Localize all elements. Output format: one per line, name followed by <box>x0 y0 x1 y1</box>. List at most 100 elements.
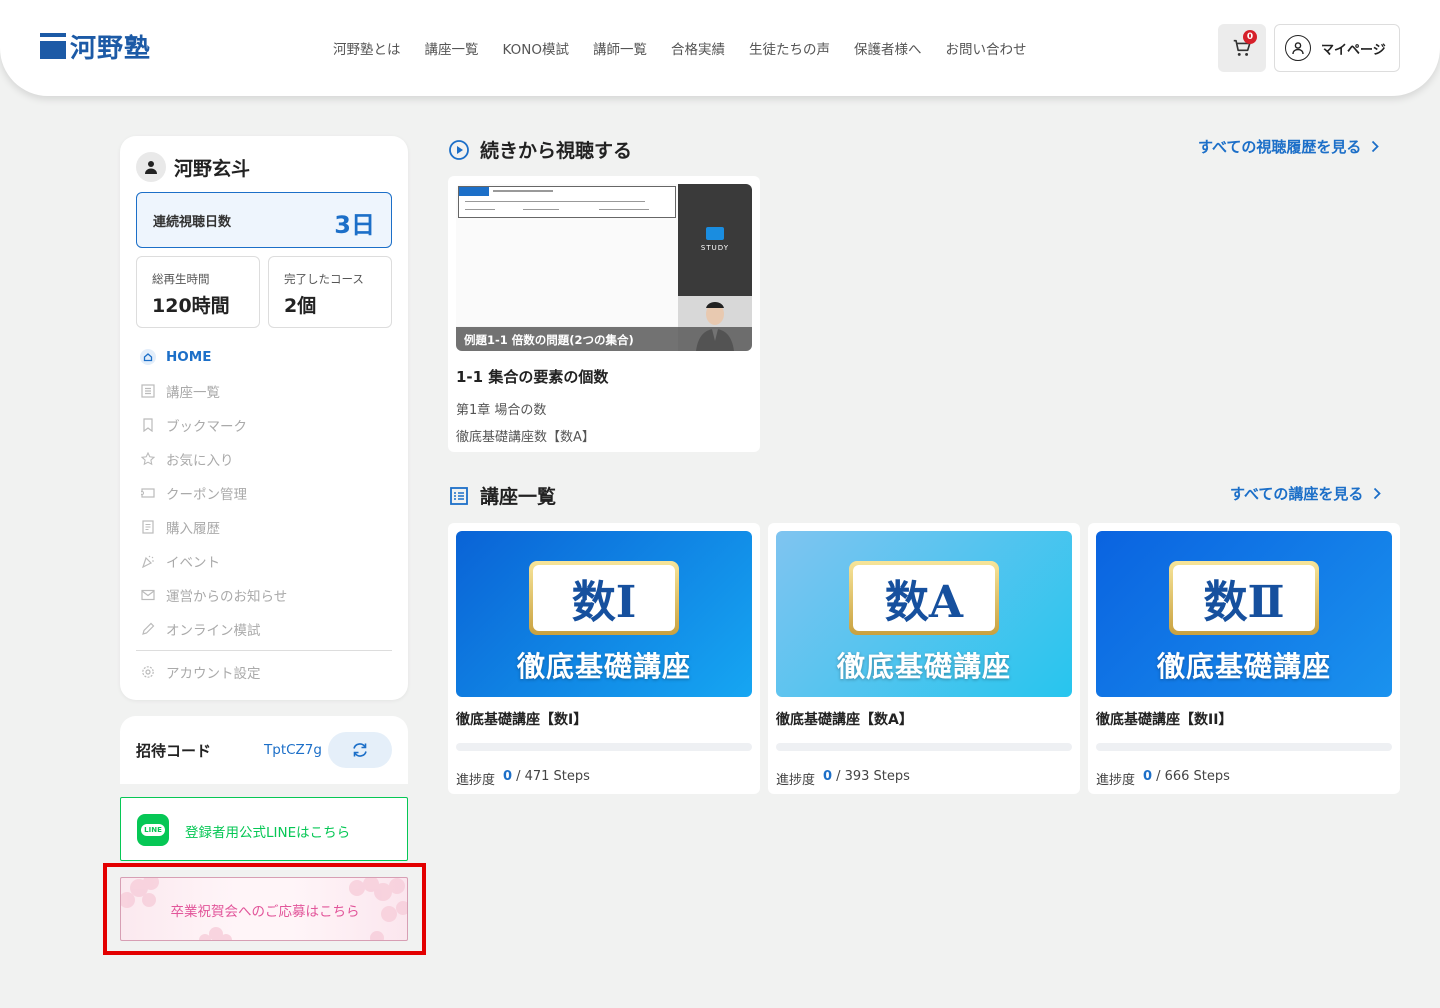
course-progress-bar <box>456 743 752 751</box>
line-official-button[interactable]: LINE 登録者用公式LINEはこちら <box>120 797 408 861</box>
invite-card: 招待コード TptCZ7g <box>120 716 408 784</box>
course-card-math1[interactable]: 数Ⅰ 徹底基礎講座 徹底基礎講座【数I】 進捗度 0 / 471 Steps <box>448 523 760 794</box>
course-badge: 数A <box>849 561 999 635</box>
play-icon <box>706 227 724 240</box>
refresh-icon <box>353 743 367 757</box>
coupon-icon <box>140 485 156 501</box>
party-icon <box>140 553 156 569</box>
stat-watch-time: 総再生時間 120時間 <box>136 256 260 328</box>
nav-results[interactable]: 合格実績 <box>671 38 725 58</box>
streak-label: 連続視聴日数 <box>153 215 232 230</box>
nav-about[interactable]: 河野塾とは <box>333 38 401 58</box>
course-progress-text: 進捗度 0 / 471 Steps <box>456 769 590 788</box>
list-icon <box>450 486 468 505</box>
lesson-course: 徹底基礎講座数【数A】 <box>456 430 595 445</box>
course-title: 徹底基礎講座【数A】 <box>776 712 913 728</box>
list-icon <box>140 383 156 399</box>
nav-voices[interactable]: 生徒たちの声 <box>749 38 830 58</box>
course-badge: 数Ⅰ <box>529 561 679 635</box>
problem-sheet <box>456 184 678 326</box>
bookmark-icon <box>140 417 156 433</box>
sidebar-item-online-mock[interactable]: オンライン模試 <box>136 612 392 646</box>
nav-contact[interactable]: お問い合わせ <box>945 38 1026 58</box>
continue-lesson-card[interactable]: STUDY 例題1-1 倍数の問題(2つの集合) 1-1 集合の要素の個数 第1… <box>448 176 760 452</box>
course-progress-bar <box>1096 743 1392 751</box>
course-banner: 数A 徹底基礎講座 <box>776 531 1072 697</box>
stat-label: 総再生時間 <box>152 272 210 286</box>
line-button-label: 登録者用公式LINEはこちら <box>185 825 351 841</box>
course-title: 徹底基礎講座【数I】 <box>456 712 588 728</box>
course-banner-subtitle: 徹底基礎講座 <box>836 650 1011 683</box>
lesson-chapter: 第1章 場合の数 <box>456 403 547 418</box>
nav-kono-mock[interactable]: KONO模試 <box>503 38 569 58</box>
nav-courses[interactable]: 講座一覧 <box>425 38 479 58</box>
sidebar-item-purchase-history[interactable]: 購入履歴 <box>136 510 392 544</box>
lesson-title: 1-1 集合の要素の個数 <box>456 368 609 386</box>
sidebar-item-events[interactable]: イベント <box>136 544 392 578</box>
see-all-courses-link[interactable]: すべての講座を見る <box>1230 483 1382 504</box>
see-all-history-link[interactable]: すべての視聴履歴を見る <box>1198 136 1380 157</box>
line-logo-icon: LINE <box>137 814 169 846</box>
course-progress-text: 進捗度 0 / 393 Steps <box>776 769 910 788</box>
sidebar-card: 河野玄斗 連続視聴日数 3日 総再生時間 120時間 完了したコース 2個 HO… <box>120 136 408 700</box>
course-progress-bar <box>776 743 1072 751</box>
site-header: 河野塾 河野塾とは 講座一覧 KONO模試 講師一覧 合格実績 生徒たちの声 保… <box>0 0 1440 96</box>
sidebar-item-courses[interactable]: 講座一覧 <box>136 374 392 408</box>
cart-count-badge: 0 <box>1243 30 1257 44</box>
home-icon <box>140 349 156 365</box>
menu-divider <box>136 650 392 651</box>
pencil-icon <box>140 621 156 637</box>
invite-label: 招待コード <box>136 742 212 760</box>
play-circle-icon <box>449 139 469 160</box>
mypage-label: マイページ <box>1321 42 1386 58</box>
main-nav: 河野塾とは 講座一覧 KONO模試 講師一覧 合格実績 生徒たちの声 保護者様へ… <box>333 38 1026 58</box>
sidebar-item-notices[interactable]: 運営からのお知らせ <box>136 578 392 612</box>
nav-instructors[interactable]: 講師一覧 <box>593 38 647 58</box>
courses-section-title: 講座一覧 <box>448 482 556 509</box>
user-avatar-icon <box>136 152 166 182</box>
sidebar-item-account-settings[interactable]: アカウント設定 <box>136 655 392 689</box>
sidebar-item-bookmark[interactable]: ブックマーク <box>136 408 392 442</box>
brand-label: STUDY <box>700 244 730 252</box>
chevron-right-icon <box>1374 487 1382 500</box>
lesson-thumbnail[interactable]: STUDY 例題1-1 倍数の問題(2つの集合) <box>456 184 752 351</box>
course-badge: 数Ⅱ <box>1169 561 1319 635</box>
stat-completed-courses: 完了したコース 2個 <box>268 256 392 328</box>
sidebar-item-favorites[interactable]: お気に入り <box>136 442 392 476</box>
logo-mark-icon <box>40 33 66 59</box>
course-card-mathA[interactable]: 数A 徹底基礎講座 徹底基礎講座【数A】 進捗度 0 / 393 Steps <box>768 523 1080 794</box>
course-card-math2[interactable]: 数Ⅱ 徹底基礎講座 徹底基礎講座【数II】 進捗度 0 / 666 Steps <box>1088 523 1400 794</box>
problem-sheet-header <box>458 186 676 218</box>
thumbnail-caption: 例題1-1 倍数の問題(2つの集合) <box>456 327 752 351</box>
streak-value: 3日 <box>334 211 375 239</box>
star-icon <box>140 451 156 467</box>
cart-button[interactable]: 0 <box>1218 24 1266 72</box>
stat-value: 2個 <box>284 295 317 317</box>
course-progress-text: 進捗度 0 / 666 Steps <box>1096 769 1230 788</box>
course-title: 徹底基礎講座【数II】 <box>1096 712 1233 728</box>
nav-parents[interactable]: 保護者様へ <box>854 38 922 58</box>
refresh-invite-button[interactable] <box>328 732 392 768</box>
course-banner-subtitle: 徹底基礎講座 <box>1156 650 1331 683</box>
user-icon <box>1285 35 1311 61</box>
chevron-right-icon <box>1372 140 1380 153</box>
user-row: 河野玄斗 <box>136 152 250 182</box>
streak-box: 連続視聴日数 3日 <box>136 192 392 248</box>
mail-icon <box>140 587 156 603</box>
gear-icon <box>140 664 156 680</box>
graduation-party-button[interactable]: 卒業祝賀会へのご応募はこちら <box>120 877 408 941</box>
kono-logo[interactable]: 河野塾 <box>40 30 151 64</box>
stat-value: 120時間 <box>152 295 230 317</box>
problem-tag <box>459 187 489 196</box>
graduation-party-label: 卒業祝賀会へのご応募はこちら <box>170 904 360 920</box>
video-side-panel: STUDY <box>678 184 752 296</box>
sidebar-item-coupons[interactable]: クーポン管理 <box>136 476 392 510</box>
mypage-button[interactable]: マイページ <box>1274 24 1400 72</box>
user-name: 河野玄斗 <box>174 157 251 180</box>
sidebar-item-home[interactable]: HOME <box>136 340 392 374</box>
course-banner: 数Ⅱ 徹底基礎講座 <box>1096 531 1392 697</box>
invite-code[interactable]: TptCZ7g <box>264 742 322 758</box>
sidebar-menu: HOME 講座一覧 ブックマーク お気に入り クーポン管理 購入履歴 イベント <box>136 340 392 689</box>
receipt-icon <box>140 519 156 535</box>
continue-section-title: 続きから視聴する <box>448 136 632 163</box>
